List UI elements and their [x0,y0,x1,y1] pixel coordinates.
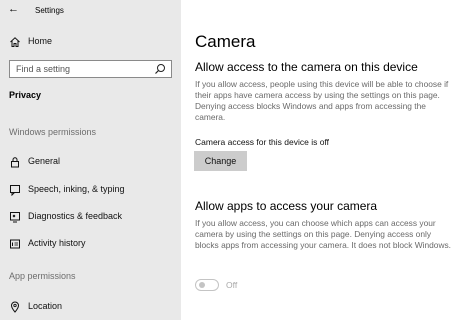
search-input[interactable]: Find a setting [9,60,172,78]
section-description-app-access: If you allow access, you can choose whic… [195,218,452,250]
sidebar-item-location[interactable]: Location [0,297,181,319]
sidebar-item-home[interactable]: Home [0,32,181,54]
group-label-windows-permissions: Windows permissions [9,127,97,137]
section-description-device-access: If you allow access, people using this d… [195,79,449,122]
toggle-knob [199,282,205,288]
section-heading-device-access: Allow access to the camera on this devic… [195,60,418,74]
main-content: Camera Allow access to the camera on thi… [181,0,474,320]
sidebar: ← Settings Home Find a setting Privacy W… [0,0,181,320]
sidebar-item-label: Speech, inking, & typing [28,184,125,194]
page-title: Camera [195,32,256,51]
sidebar-item-label: Location [28,301,63,311]
sidebar-item-label: General [28,156,61,166]
lock-icon [9,156,21,168]
search-placeholder: Find a setting [16,64,71,74]
speech-icon [9,184,21,196]
app-title: Settings [35,6,64,15]
change-button[interactable]: Change [194,151,247,171]
title-bar: ← Settings [0,0,181,22]
home-icon [9,36,21,48]
sidebar-item-label: Diagnostics & feedback [28,211,123,221]
sidebar-item-general[interactable]: General [0,152,181,174]
location-icon [9,301,21,313]
group-label-app-permissions: App permissions [9,271,76,281]
section-heading-app-access: Allow apps to access your camera [195,199,378,213]
diagnostics-icon [9,211,21,223]
back-arrow-icon[interactable]: ← [8,3,19,15]
sidebar-item-speech[interactable]: Speech, inking, & typing [0,180,181,202]
camera-access-status: Camera access for this device is off [195,137,330,147]
sidebar-item-label: Home [28,36,53,46]
activity-history-icon [9,238,21,250]
search-icon[interactable] [154,63,166,75]
sidebar-item-diagnostics[interactable]: Diagnostics & feedback [0,207,181,229]
sidebar-item-activity-history[interactable]: Activity history [0,234,181,256]
section-heading-privacy: Privacy [9,90,42,100]
app-camera-access-toggle[interactable] [195,279,219,291]
sidebar-item-label: Activity history [28,238,86,248]
toggle-state-label: Off [226,280,238,290]
